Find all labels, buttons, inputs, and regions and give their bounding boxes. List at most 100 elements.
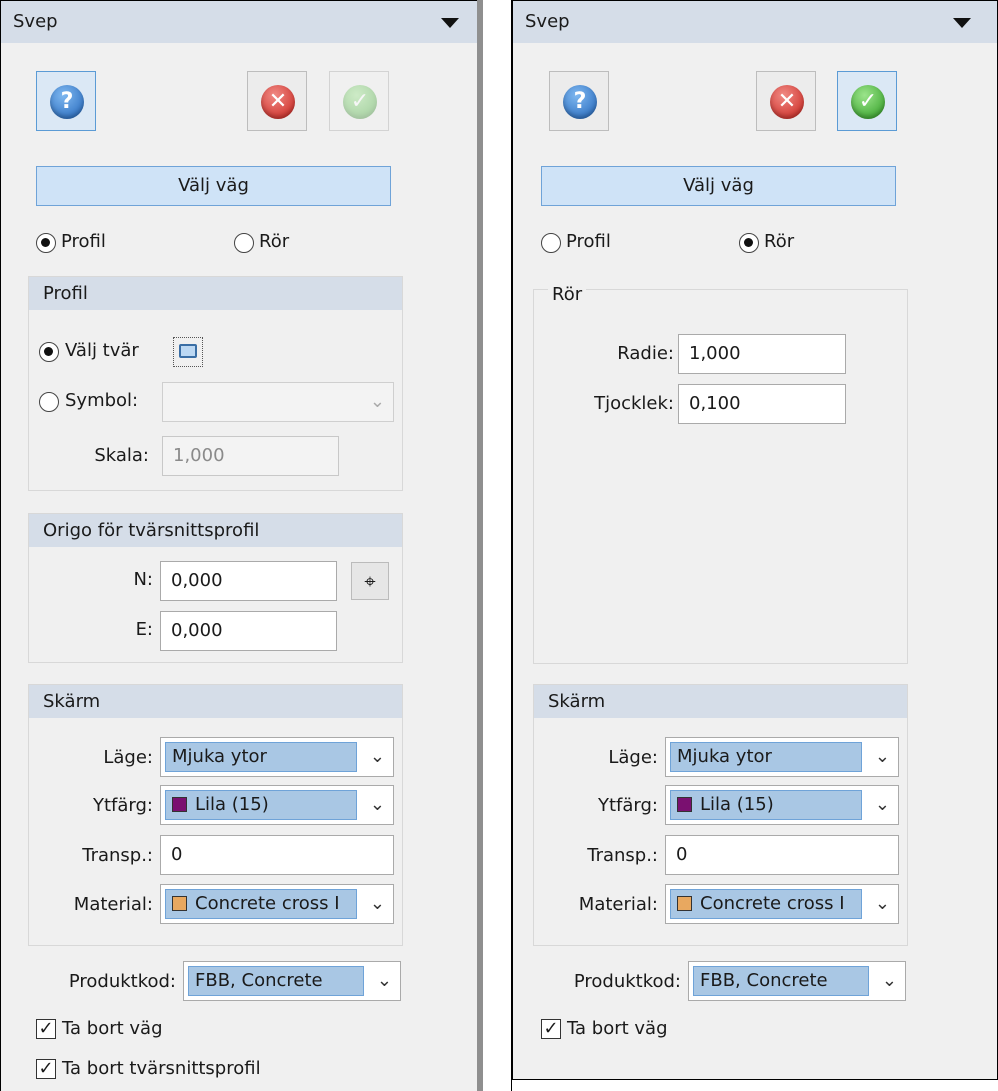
- help-button[interactable]: ?: [36, 71, 96, 131]
- chevron-down-icon: ⌄: [874, 746, 890, 767]
- symbol-dropdown[interactable]: ⌄: [162, 382, 394, 422]
- radio-profile[interactable]: [36, 233, 56, 253]
- thickness-input[interactable]: 0,100: [678, 384, 846, 424]
- chevron-down-icon: ⌄: [369, 391, 385, 412]
- ok-button[interactable]: ✓: [329, 71, 389, 131]
- radio-profile-label: Profil: [566, 231, 611, 252]
- chevron-down-icon: ⌄: [369, 794, 385, 815]
- screen-group-header: Skärm: [29, 685, 402, 718]
- chevron-down-icon: ⌄: [369, 746, 385, 767]
- select-cross-button[interactable]: [173, 337, 203, 367]
- screen-group: Skärm Läge: Mjuka ytor ⌄ Ytfärg: Lila (1…: [28, 684, 403, 946]
- ok-check-icon: ✓: [343, 85, 377, 119]
- screen-group-title: Skärm: [548, 691, 606, 712]
- profile-group-title: Profil: [43, 283, 88, 304]
- sweep-panel-right: Svep ? ✕ ✓ Välj väg Profil Rör Rör Radie…: [512, 0, 998, 1080]
- color-dropdown[interactable]: Lila (15) ⌄: [665, 785, 899, 825]
- cancel-icon: ✕: [261, 85, 295, 119]
- panel-title: Svep: [525, 11, 570, 32]
- transparency-input[interactable]: 0: [665, 835, 899, 875]
- product-code-value: FBB, Concrete: [693, 966, 869, 996]
- color-dropdown[interactable]: Lila (15) ⌄: [160, 785, 394, 825]
- remove-road-checkbox[interactable]: ✓: [541, 1019, 561, 1039]
- e-label: E:: [135, 619, 153, 640]
- pipe-group-title: Rör: [548, 284, 587, 305]
- panel-menu-triangle-icon[interactable]: [953, 18, 971, 28]
- color-label: Ytfärg:: [598, 795, 658, 816]
- material-label: Material:: [578, 894, 658, 915]
- material-value-box: Concrete cross I: [165, 889, 357, 919]
- material-value-box: Concrete cross I: [670, 889, 862, 919]
- material-dropdown[interactable]: Concrete cross I ⌄: [160, 884, 394, 924]
- scale-label: Skala:: [94, 445, 149, 466]
- checkmark-icon: ✓: [38, 1018, 54, 1039]
- color-value: Lila (15): [700, 794, 774, 815]
- product-code-label: Produktkod:: [573, 971, 681, 992]
- select-cross-label: Välj tvär: [65, 340, 139, 361]
- radio-profile[interactable]: [541, 233, 561, 253]
- pipe-group: Rör Radie: 1,000 Tjocklek: 0,100: [533, 284, 908, 664]
- color-value-box: Lila (15): [670, 790, 862, 820]
- radio-symbol[interactable]: [39, 392, 59, 412]
- help-icon: ?: [563, 85, 597, 119]
- chevron-down-icon: ⌄: [369, 893, 385, 914]
- cancel-button[interactable]: ✕: [247, 71, 307, 131]
- splitter-bar[interactable]: [477, 0, 483, 1091]
- origin-group-title: Origo för tvärsnittsprofil: [43, 520, 260, 541]
- help-icon: ?: [50, 85, 84, 119]
- mode-value: Mjuka ytor: [670, 742, 862, 772]
- e-input[interactable]: 0,000: [160, 611, 337, 651]
- cancel-icon: ✕: [770, 85, 804, 119]
- ok-button[interactable]: ✓: [837, 71, 897, 131]
- rectangle-select-icon: [179, 344, 197, 358]
- panel-gap: [482, 0, 512, 1091]
- panel-titlebar: Svep: [513, 1, 997, 43]
- n-input[interactable]: 0,000: [160, 561, 337, 601]
- crosshair-icon: ⌖: [364, 569, 376, 593]
- product-code-dropdown[interactable]: FBB, Concrete ⌄: [688, 961, 906, 1001]
- panel-menu-triangle-icon[interactable]: [441, 18, 459, 28]
- color-value-box: Lila (15): [165, 790, 357, 820]
- mode-dropdown[interactable]: Mjuka ytor ⌄: [160, 737, 394, 777]
- transparency-input[interactable]: 0: [160, 835, 394, 875]
- product-code-label: Produktkod:: [68, 971, 176, 992]
- remove-profile-checkbox[interactable]: ✓: [36, 1059, 56, 1079]
- screen-group: Skärm Läge: Mjuka ytor ⌄ Ytfärg: Lila (1…: [533, 684, 908, 946]
- purple-swatch-icon: [172, 797, 187, 812]
- radio-pipe-label: Rör: [259, 231, 290, 252]
- material-label: Material:: [73, 894, 153, 915]
- remove-road-checkbox[interactable]: ✓: [36, 1019, 56, 1039]
- transparency-label: Transp.:: [82, 845, 153, 866]
- radio-pipe[interactable]: [234, 233, 254, 253]
- panel-title: Svep: [13, 11, 58, 32]
- thickness-label: Tjocklek:: [594, 393, 674, 414]
- radio-select-cross[interactable]: [39, 342, 59, 362]
- help-button[interactable]: ?: [549, 71, 609, 131]
- product-code-dropdown[interactable]: FBB, Concrete ⌄: [183, 961, 401, 1001]
- origin-group: Origo för tvärsnittsprofil N: 0,000 ⌖ E:…: [28, 513, 403, 663]
- product-code-value: FBB, Concrete: [188, 966, 364, 996]
- material-value: Concrete cross I: [195, 893, 340, 914]
- cancel-button[interactable]: ✕: [756, 71, 816, 131]
- remove-road-label: Ta bort väg: [62, 1018, 163, 1039]
- chevron-down-icon: ⌄: [881, 970, 897, 991]
- color-value: Lila (15): [195, 794, 269, 815]
- radius-input[interactable]: 1,000: [678, 334, 846, 374]
- profile-group: Profil Välj tvär Symbol: ⌄ Skala: 1,000: [28, 276, 403, 491]
- radio-pipe[interactable]: [739, 233, 759, 253]
- color-label: Ytfärg:: [93, 795, 153, 816]
- material-swatch-icon: [677, 896, 692, 911]
- select-road-button[interactable]: Välj väg: [36, 166, 391, 206]
- pick-point-button[interactable]: ⌖: [351, 562, 389, 600]
- n-label: N:: [133, 569, 153, 590]
- material-dropdown[interactable]: Concrete cross I ⌄: [665, 884, 899, 924]
- symbol-label: Symbol:: [65, 390, 139, 411]
- remove-profile-label: Ta bort tvärsnittsprofil: [62, 1058, 261, 1079]
- radio-profile-label: Profil: [61, 231, 106, 252]
- mode-dropdown[interactable]: Mjuka ytor ⌄: [665, 737, 899, 777]
- profile-group-header: Profil: [29, 277, 402, 310]
- remove-road-label: Ta bort väg: [567, 1018, 668, 1039]
- chevron-down-icon: ⌄: [376, 970, 392, 991]
- scale-input[interactable]: 1,000: [162, 436, 339, 476]
- select-road-button[interactable]: Välj väg: [541, 166, 896, 206]
